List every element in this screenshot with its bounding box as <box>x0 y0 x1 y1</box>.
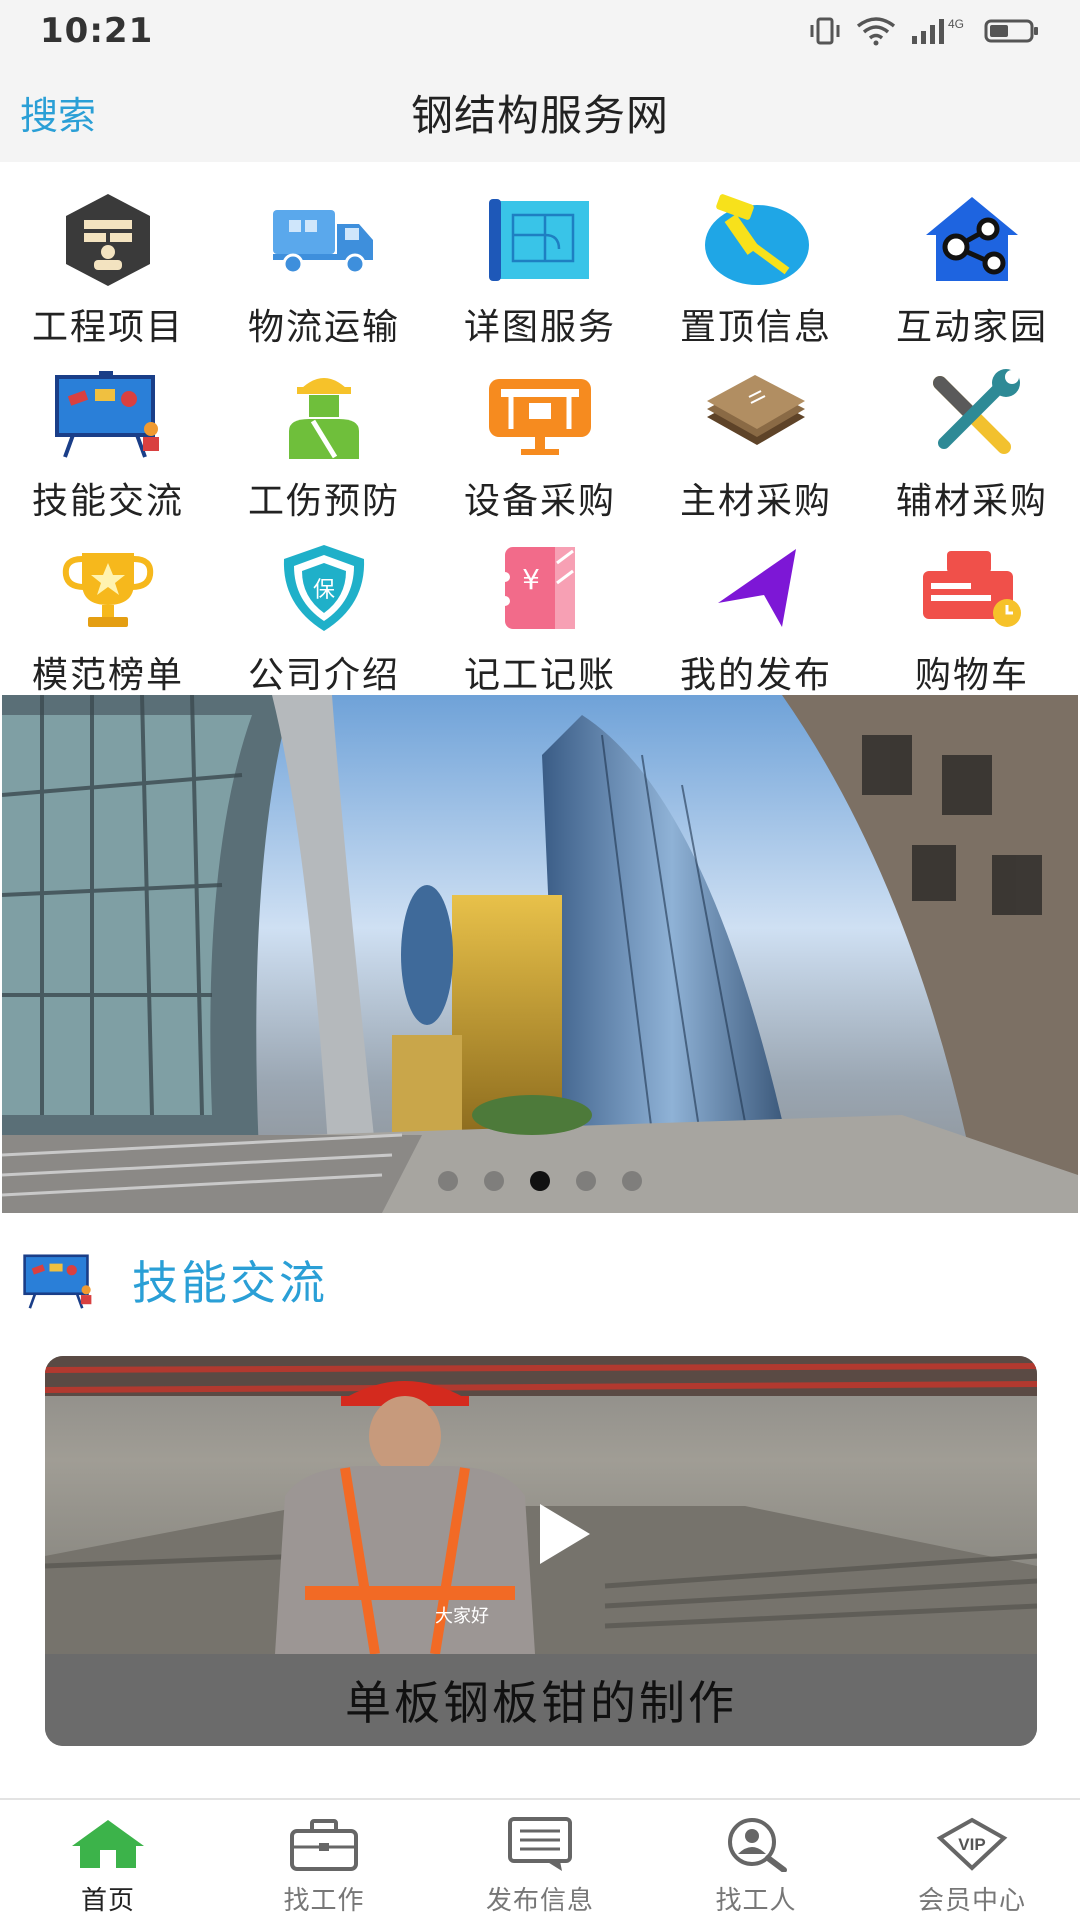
training-board-icon <box>23 1254 92 1309</box>
grid-label: 物流运输 <box>247 307 400 348</box>
cart-icon <box>917 538 1027 638</box>
network-type: 4G <box>948 17 964 31</box>
feature-grid: 工程项目 物流运输 详图服务 置顶信息 互动家园 技能交流 工伤预防 设备采购 … <box>0 180 1080 696</box>
grid-label: 模范榜单 <box>31 655 184 696</box>
trophy-icon <box>53 538 163 638</box>
play-icon[interactable] <box>540 1504 590 1564</box>
ledger-icon: ¥ <box>485 538 595 638</box>
page-title: 钢结构服务网 <box>410 90 669 140</box>
grid-item-logistics[interactable]: 物流运输 <box>216 180 432 354</box>
grid-label: 技能交流 <box>31 481 184 522</box>
grid-label: 主材采购 <box>679 481 832 522</box>
vip-icon: VIP <box>932 1814 1012 1874</box>
send-arrow-icon <box>701 538 811 638</box>
equipment-icon <box>485 364 595 464</box>
section-title: 技能交流 <box>132 1256 328 1310</box>
svg-text:保: 保 <box>313 578 335 603</box>
steel-plates-icon <box>701 364 811 464</box>
find-worker-icon <box>716 1814 796 1874</box>
bottom-nav: 首页 找工作 发布信息 找工人 VIP 会员中心 <box>0 1798 1080 1920</box>
battery-icon <box>984 19 1038 43</box>
nav-label: 会员中心 <box>917 1886 1026 1916</box>
grid-item-blueprint[interactable]: 详图服务 <box>432 180 648 354</box>
video-card[interactable]: 大家好 单板钢板钳的制作 <box>45 1356 1037 1746</box>
project-icon <box>53 190 163 290</box>
truck-icon <box>269 190 379 290</box>
svg-text:¥: ¥ <box>522 563 540 596</box>
grid-label: 设备采购 <box>463 481 616 522</box>
grid-label: 详图服务 <box>463 307 616 348</box>
grid-label: 工程项目 <box>31 307 184 348</box>
pin-icon <box>701 190 811 290</box>
grid-item-main-materials[interactable]: 主材采购 <box>648 354 864 528</box>
grid-item-skills[interactable]: 技能交流 <box>0 354 216 528</box>
svg-text:VIP: VIP <box>958 1835 985 1854</box>
search-button[interactable]: 搜索 <box>20 85 96 140</box>
nav-label: 找工人 <box>715 1886 797 1916</box>
video-title: 单板钢板钳的制作 <box>45 1654 1037 1746</box>
grid-item-pinned[interactable]: 置顶信息 <box>648 180 864 354</box>
vibrate-icon <box>810 17 840 45</box>
grid-item-aux-materials[interactable]: 辅材采购 <box>864 354 1080 528</box>
message-icon <box>500 1814 580 1874</box>
grid-label: 辅材采购 <box>895 481 1048 522</box>
nav-member-center[interactable]: VIP 会员中心 <box>864 1800 1080 1920</box>
training-board-icon <box>53 364 163 464</box>
grid-item-my-posts[interactable]: 我的发布 <box>648 528 864 702</box>
status-bar: 10:21 4G <box>0 0 1080 62</box>
blueprint-icon <box>485 190 595 290</box>
grid-label: 互动家园 <box>895 307 1048 348</box>
grid-item-equipment[interactable]: 设备采购 <box>432 354 648 528</box>
grid-label: 工伤预防 <box>247 481 400 522</box>
home-icon <box>68 1814 148 1874</box>
briefcase-icon <box>284 1814 364 1874</box>
signal-icon: 4G <box>912 17 964 44</box>
nav-label: 发布信息 <box>485 1886 594 1916</box>
grid-item-honor-list[interactable]: 模范榜单 <box>0 528 216 702</box>
carousel-dot[interactable] <box>438 1171 458 1191</box>
banner-image <box>2 695 1078 1213</box>
video-thumbnail: 大家好 <box>45 1356 1037 1655</box>
status-time: 10:21 <box>40 11 154 51</box>
status-icons: 4G <box>808 16 1040 46</box>
banner-carousel[interactable] <box>2 695 1078 1213</box>
nav-find-worker[interactable]: 找工人 <box>648 1800 864 1920</box>
tools-icon <box>917 364 1027 464</box>
grid-label: 购物车 <box>914 655 1029 696</box>
shield-icon: 保 <box>269 538 379 638</box>
carousel-dots <box>2 1171 1078 1191</box>
wifi-icon <box>856 17 896 46</box>
nav-label: 找工作 <box>283 1886 365 1916</box>
carousel-dot-active[interactable] <box>530 1171 550 1191</box>
grid-item-project[interactable]: 工程项目 <box>0 180 216 354</box>
nav-post-info[interactable]: 发布信息 <box>432 1800 648 1920</box>
grid-label: 置顶信息 <box>679 307 832 348</box>
nav-home[interactable]: 首页 <box>0 1800 216 1920</box>
carousel-dot[interactable] <box>484 1171 504 1191</box>
nav-find-job[interactable]: 找工作 <box>216 1800 432 1920</box>
nav-label: 首页 <box>80 1886 135 1916</box>
grid-label: 记工记账 <box>463 655 616 696</box>
worker-icon <box>269 364 379 464</box>
grid-item-company-intro[interactable]: 保 公司介绍 <box>216 528 432 702</box>
app-header: 搜索 钢结构服务网 <box>0 62 1080 162</box>
grid-item-cart[interactable]: 购物车 <box>864 528 1080 702</box>
grid-label: 我的发布 <box>679 655 832 696</box>
carousel-dot[interactable] <box>622 1171 642 1191</box>
grid-item-community[interactable]: 互动家园 <box>864 180 1080 354</box>
grid-item-ledger[interactable]: ¥ 记工记账 <box>432 528 648 702</box>
share-home-icon <box>917 190 1027 290</box>
carousel-dot[interactable] <box>576 1171 596 1191</box>
section-header: 技能交流 <box>22 1245 328 1315</box>
grid-label: 公司介绍 <box>247 655 400 696</box>
grid-item-injury-prevention[interactable]: 工伤预防 <box>216 354 432 528</box>
video-overlay-text: 大家好 <box>435 1606 489 1627</box>
